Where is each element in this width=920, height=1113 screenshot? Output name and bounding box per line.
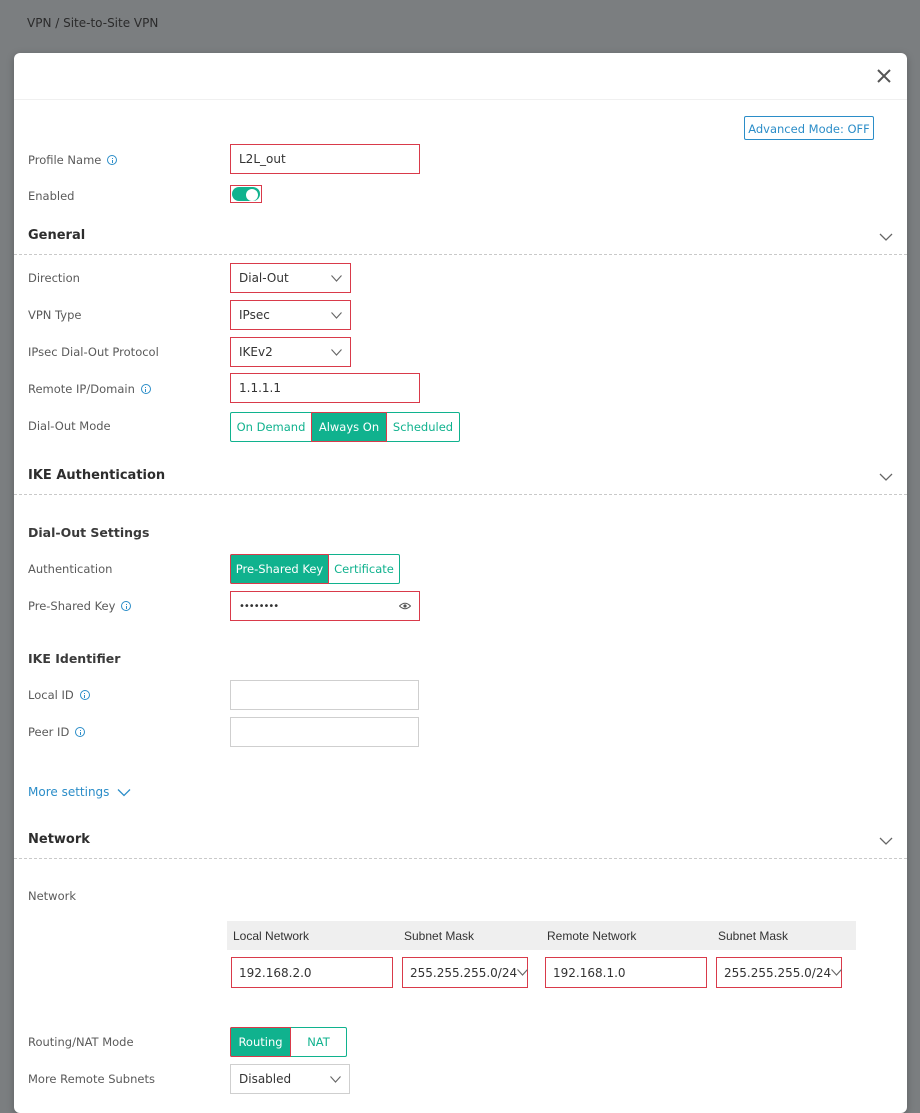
info-icon[interactable]	[75, 727, 86, 737]
section-divider	[14, 254, 907, 255]
remote-network-input[interactable]: 192.168.1.0	[545, 957, 707, 988]
profile-name-label-text: Profile Name	[28, 153, 102, 167]
remote-ip-input[interactable]: 1.1.1.1	[230, 373, 420, 403]
vpn-type-select[interactable]: IPsec	[230, 300, 351, 330]
header-divider	[14, 99, 907, 100]
enabled-label: Enabled	[28, 189, 75, 203]
info-icon[interactable]	[107, 155, 118, 165]
psk-label-text: Pre-Shared Key	[28, 599, 116, 613]
remote-ip-label: Remote IP/Domain	[28, 381, 151, 397]
table-header: Local Network Subnet Mask Remote Network…	[227, 921, 856, 950]
section-network-title: Network	[28, 832, 90, 847]
chevron-down-icon[interactable]	[879, 472, 893, 482]
network-label: Network	[28, 889, 77, 903]
network-table: Local Network Subnet Mask Remote Network…	[227, 921, 856, 950]
auth-certificate-button[interactable]: Certificate	[328, 554, 400, 584]
more-remote-subnets-label: More Remote Subnets	[28, 1072, 155, 1086]
local-id-label: Local ID	[28, 687, 90, 703]
direction-label: Direction	[28, 271, 80, 285]
local-mask-select[interactable]: 255.255.255.0/24	[402, 957, 529, 988]
direction-select[interactable]: Dial-Out	[230, 263, 351, 293]
chevron-down-icon	[331, 274, 342, 282]
routing-nat-group: Routing NAT	[230, 1027, 347, 1057]
chevron-down-icon	[117, 788, 131, 796]
local-id-label-text: Local ID	[28, 688, 74, 702]
breadcrumb: VPN / Site-to-Site VPN	[27, 16, 159, 30]
more-settings-text: More settings	[28, 785, 110, 799]
info-icon[interactable]	[140, 384, 151, 394]
chevron-down-icon	[517, 969, 529, 976]
section-ike-title: IKE Authentication	[28, 468, 166, 483]
protocol-label: IPsec Dial-Out Protocol	[28, 345, 159, 359]
protocol-value: IKEv2	[239, 345, 273, 359]
chevron-down-icon	[331, 311, 342, 319]
local-id-input[interactable]	[230, 680, 419, 710]
col-remote-network: Remote Network	[547, 928, 637, 943]
profile-name-input[interactable]: L2L_out	[230, 144, 420, 174]
remote-mask-select[interactable]: 255.255.255.0/24	[716, 957, 843, 988]
info-icon[interactable]	[121, 601, 132, 611]
remote-ip-label-text: Remote IP/Domain	[28, 382, 135, 396]
authentication-label: Authentication	[28, 562, 113, 576]
local-mask-value: 255.255.255.0/24	[410, 965, 518, 980]
chevron-down-icon	[331, 348, 342, 356]
dialout-mode-label: Dial-Out Mode	[28, 419, 111, 433]
dialout-scheduled-button[interactable]: Scheduled	[386, 412, 460, 442]
toggle-track	[232, 187, 260, 201]
vpn-type-label: VPN Type	[28, 308, 82, 322]
col-subnet-mask-local: Subnet Mask	[404, 928, 475, 943]
ike-identifier-title: IKE Identifier	[28, 651, 121, 666]
col-local-network: Local Network	[233, 928, 310, 943]
remote-mask-value: 255.255.255.0/24	[724, 965, 832, 980]
psk-value: ••••••••	[239, 600, 279, 612]
chevron-down-icon	[831, 969, 843, 976]
auth-psk-button[interactable]: Pre-Shared Key	[230, 554, 329, 584]
info-icon[interactable]	[79, 690, 90, 700]
peer-id-input[interactable]	[230, 717, 419, 747]
eye-icon[interactable]	[399, 602, 411, 610]
toggle-knob	[246, 189, 258, 201]
section-divider	[14, 858, 907, 859]
vpn-profile-dialog: Advanced Mode: OFF Profile Name L2L_out …	[14, 53, 907, 1113]
more-settings-link[interactable]: More settings	[28, 785, 131, 799]
protocol-select[interactable]: IKEv2	[230, 337, 351, 367]
more-remote-subnets-select[interactable]: Disabled	[230, 1064, 350, 1094]
routing-button[interactable]: Routing	[230, 1027, 291, 1057]
routing-nat-label: Routing/NAT Mode	[28, 1035, 134, 1049]
dialout-mode-group: On Demand Always On Scheduled	[230, 412, 460, 442]
chevron-down-icon	[330, 1075, 341, 1083]
close-icon[interactable]	[875, 67, 893, 85]
col-subnet-mask-remote: Subnet Mask	[718, 928, 789, 943]
local-network-input[interactable]: 192.168.2.0	[231, 957, 393, 988]
advanced-mode-button[interactable]: Advanced Mode: OFF	[744, 116, 874, 140]
section-divider	[14, 494, 907, 495]
more-remote-subnets-value: Disabled	[239, 1072, 292, 1086]
section-general-title: General	[28, 228, 86, 243]
profile-name-label: Profile Name	[28, 152, 118, 168]
direction-value: Dial-Out	[239, 271, 289, 285]
psk-label: Pre-Shared Key	[28, 598, 132, 614]
vpn-type-value: IPsec	[239, 308, 270, 322]
dialout-settings-title: Dial-Out Settings	[28, 525, 150, 540]
psk-input[interactable]: ••••••••	[230, 591, 420, 621]
dialout-on-demand-button[interactable]: On Demand	[230, 412, 312, 442]
dialout-always-on-button[interactable]: Always On	[311, 412, 387, 442]
chevron-down-icon[interactable]	[879, 836, 893, 846]
authentication-group: Pre-Shared Key Certificate	[230, 554, 400, 584]
nat-button[interactable]: NAT	[290, 1027, 347, 1057]
peer-id-label: Peer ID	[28, 724, 86, 740]
chevron-down-icon[interactable]	[879, 232, 893, 242]
enabled-toggle[interactable]	[230, 185, 262, 203]
peer-id-label-text: Peer ID	[28, 725, 70, 739]
